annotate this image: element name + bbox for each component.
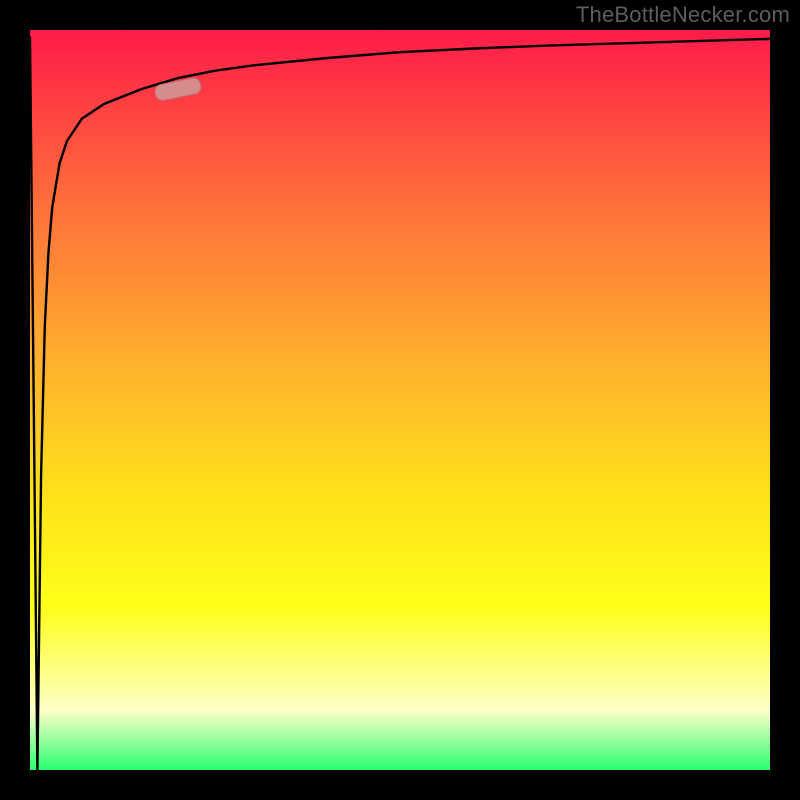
plot-svg: [30, 30, 770, 770]
chart-stage: TheBottleNecker.com: [0, 0, 800, 800]
gradient-background: [30, 30, 770, 770]
plot-area: [30, 30, 770, 770]
watermark-text: TheBottleNecker.com: [576, 2, 790, 28]
